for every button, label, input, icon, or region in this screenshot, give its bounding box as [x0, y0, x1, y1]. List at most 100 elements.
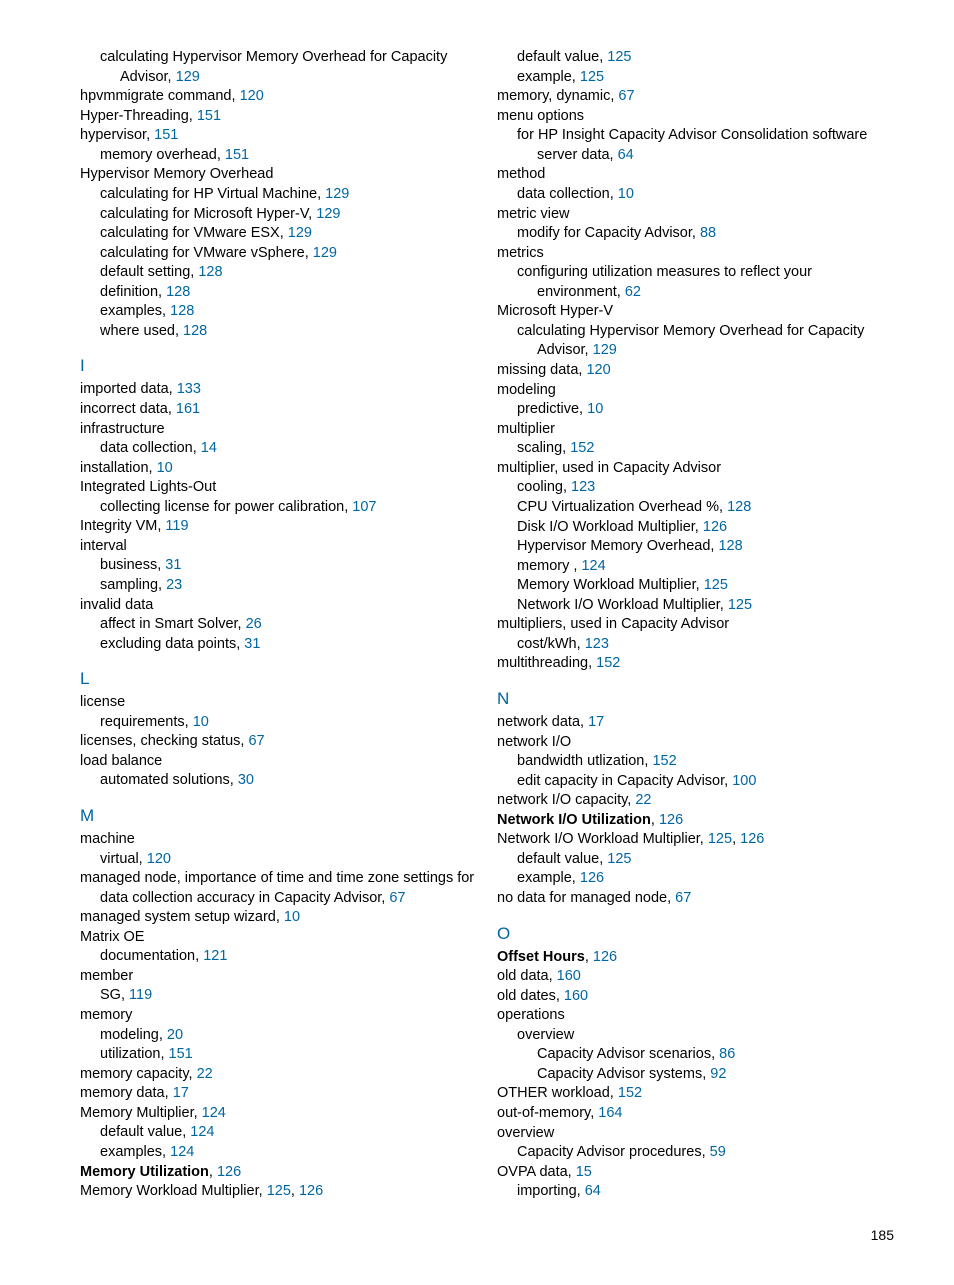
- page-link[interactable]: 15: [576, 1164, 592, 1180]
- page-link[interactable]: 126: [580, 870, 604, 886]
- page-link[interactable]: 126: [593, 949, 617, 965]
- page-link[interactable]: 152: [570, 440, 594, 456]
- page-link[interactable]: 92: [710, 1066, 726, 1082]
- page-link[interactable]: 128: [727, 499, 751, 515]
- index-entry-text: member: [80, 968, 133, 984]
- page-link[interactable]: 88: [700, 225, 716, 241]
- index-entry-text: calculating for HP Virtual Machine,: [100, 186, 321, 202]
- page-link[interactable]: 120: [240, 88, 264, 104]
- page-link[interactable]: 10: [587, 401, 603, 417]
- page-link[interactable]: 22: [635, 792, 651, 808]
- index-entry: licenses, checking status, 67: [80, 732, 477, 752]
- page-link[interactable]: 10: [157, 460, 173, 476]
- index-columns: calculating Hypervisor Memory Overhead f…: [80, 48, 894, 1202]
- page-link[interactable]: 152: [596, 655, 620, 671]
- page-link[interactable]: 67: [389, 890, 405, 906]
- page-link[interactable]: 160: [557, 968, 581, 984]
- page-link[interactable]: 23: [166, 577, 182, 593]
- page-link[interactable]: 123: [585, 636, 609, 652]
- index-entry: metrics: [497, 244, 894, 264]
- page-link[interactable]: 31: [244, 636, 260, 652]
- page-link[interactable]: 86: [719, 1046, 735, 1062]
- page-link[interactable]: 64: [585, 1183, 601, 1199]
- page-link[interactable]: 120: [147, 851, 171, 867]
- page-link[interactable]: 125: [708, 831, 732, 847]
- page-link[interactable]: 107: [352, 499, 376, 515]
- index-entry-text: default value,: [100, 1124, 186, 1140]
- page-link[interactable]: 67: [675, 890, 691, 906]
- page-link[interactable]: 129: [316, 206, 340, 222]
- page-link[interactable]: 126: [659, 812, 683, 828]
- index-entry-text: overview: [517, 1027, 574, 1043]
- index-entry-text: Integrated Lights-Out: [80, 479, 216, 495]
- page-link[interactable]: 128: [170, 303, 194, 319]
- page-link[interactable]: 128: [718, 538, 742, 554]
- page-link[interactable]: 126: [740, 831, 764, 847]
- index-entry: Integrated Lights-Out: [80, 478, 477, 498]
- page-link[interactable]: 129: [176, 69, 200, 85]
- page-link[interactable]: 160: [564, 988, 588, 1004]
- index-entry-text: installation,: [80, 460, 153, 476]
- page-link[interactable]: 152: [618, 1085, 642, 1101]
- page-link[interactable]: 64: [618, 147, 634, 163]
- page-link[interactable]: 124: [202, 1105, 226, 1121]
- page-link[interactable]: 129: [288, 225, 312, 241]
- page-link[interactable]: 20: [167, 1027, 183, 1043]
- index-entry: Memory Utilization, 126: [80, 1163, 477, 1183]
- index-entry: affect in Smart Solver, 26: [80, 615, 477, 635]
- page-link[interactable]: 67: [618, 88, 634, 104]
- page-link[interactable]: 125: [607, 851, 631, 867]
- page-link[interactable]: 152: [652, 753, 676, 769]
- page-link[interactable]: 17: [588, 714, 604, 730]
- page-link[interactable]: 10: [618, 186, 634, 202]
- page-link[interactable]: 125: [267, 1183, 291, 1199]
- page-link[interactable]: 151: [154, 127, 178, 143]
- page-link[interactable]: 10: [193, 714, 209, 730]
- page-link[interactable]: 30: [238, 772, 254, 788]
- page-link[interactable]: 31: [165, 557, 181, 573]
- page-link[interactable]: 10: [284, 909, 300, 925]
- page-link[interactable]: 124: [581, 558, 605, 574]
- page-link[interactable]: 62: [625, 284, 641, 300]
- page-link[interactable]: 26: [246, 616, 262, 632]
- page-link[interactable]: 59: [710, 1144, 726, 1160]
- page-link[interactable]: 125: [728, 597, 752, 613]
- index-entry-text: collecting license for power calibration…: [100, 499, 348, 515]
- page-link[interactable]: 124: [190, 1124, 214, 1140]
- page-link[interactable]: 128: [183, 323, 207, 339]
- page-link[interactable]: 126: [703, 519, 727, 535]
- page-link[interactable]: 129: [313, 245, 337, 261]
- page-link[interactable]: 151: [169, 1046, 193, 1062]
- page-link[interactable]: 126: [299, 1183, 323, 1199]
- page-link[interactable]: 125: [607, 49, 631, 65]
- page-link[interactable]: 129: [593, 342, 617, 358]
- page-link[interactable]: 100: [732, 773, 756, 789]
- page-link[interactable]: 126: [217, 1164, 241, 1180]
- index-entry-text: SG,: [100, 987, 125, 1003]
- page-link[interactable]: 121: [203, 948, 227, 964]
- page-link[interactable]: 128: [198, 264, 222, 280]
- page-number: 185: [80, 1226, 894, 1245]
- index-section-head: L: [80, 668, 477, 691]
- page-link[interactable]: 161: [176, 401, 200, 417]
- page-link[interactable]: 133: [177, 381, 201, 397]
- page-link[interactable]: 120: [586, 362, 610, 378]
- index-section-head: M: [80, 805, 477, 828]
- page-link[interactable]: 125: [580, 69, 604, 85]
- page-link[interactable]: 14: [201, 440, 217, 456]
- page-link[interactable]: 67: [248, 733, 264, 749]
- page-link[interactable]: 22: [197, 1066, 213, 1082]
- page-link[interactable]: 164: [598, 1105, 622, 1121]
- page-link[interactable]: 129: [325, 186, 349, 202]
- page-link[interactable]: 125: [704, 577, 728, 593]
- page-link[interactable]: 128: [166, 284, 190, 300]
- page-link[interactable]: 119: [129, 987, 152, 1003]
- index-entry: method: [497, 165, 894, 185]
- page-link[interactable]: 123: [571, 479, 595, 495]
- page-link[interactable]: 151: [225, 147, 249, 163]
- index-entry-separator: ,: [651, 812, 655, 828]
- page-link[interactable]: 17: [173, 1085, 189, 1101]
- page-link[interactable]: 119: [165, 518, 188, 534]
- page-link[interactable]: 124: [170, 1144, 194, 1160]
- page-link[interactable]: 151: [197, 108, 221, 124]
